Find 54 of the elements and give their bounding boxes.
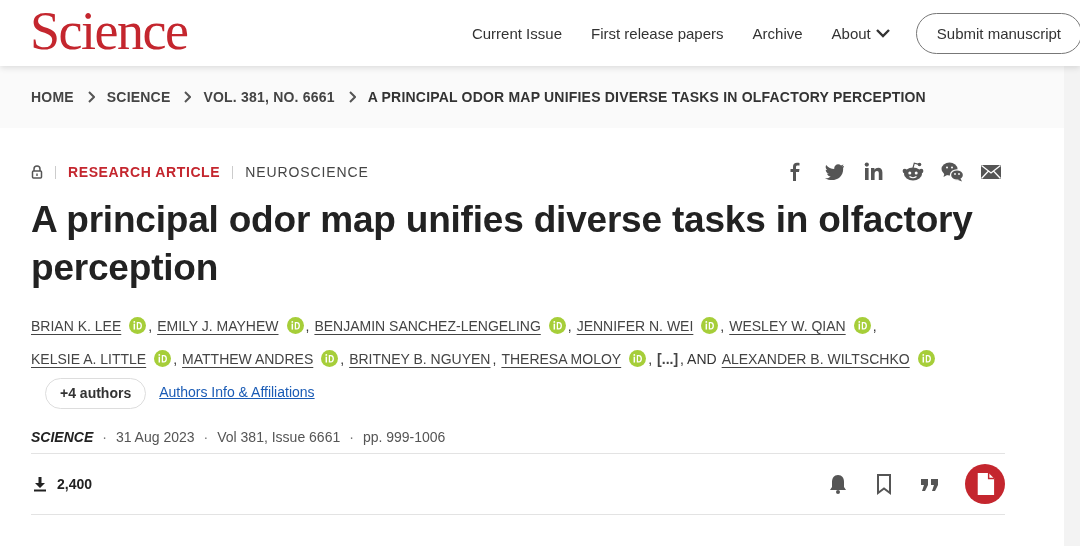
journal-name: SCIENCE bbox=[31, 429, 94, 445]
author-link[interactable]: KELSIE A. LITTLE bbox=[31, 351, 147, 367]
author-separator: , bbox=[720, 318, 725, 334]
meta-separator: · bbox=[349, 429, 354, 445]
subject-link[interactable]: NEUROSCIENCE bbox=[245, 164, 369, 180]
author-separator: , bbox=[305, 318, 310, 334]
nav-link[interactable]: Archive bbox=[752, 24, 803, 42]
breadcrumb-link[interactable]: A PRINCIPAL ODOR MAP UNIFIES DIVERSE TASKS IN OLFACTORY PERCEPTION bbox=[367, 89, 926, 105]
author-separator: , bbox=[340, 351, 345, 367]
article-title: A principal odor map unifies diverse tasks in olfactory perception bbox=[31, 198, 974, 290]
author-link[interactable]: BRITNEY B. NGUYEN bbox=[349, 351, 491, 367]
linkedin-icon[interactable] bbox=[863, 161, 885, 183]
chevron-right-icon bbox=[346, 91, 356, 103]
nav-link[interactable]: First release papers bbox=[591, 24, 724, 42]
author-separator: , bbox=[648, 351, 653, 367]
author-link[interactable]: BENJAMIN SANCHEZ-LENGELING bbox=[314, 318, 541, 334]
author-link[interactable]: ALEXANDER B. WILTSCHKO bbox=[721, 351, 910, 367]
chevron-right-icon bbox=[182, 91, 192, 103]
reddit-icon[interactable] bbox=[902, 161, 924, 183]
bird-icon[interactable] bbox=[824, 161, 846, 183]
author-separator: , bbox=[148, 318, 153, 334]
author-link[interactable]: MATTHEW ANDRES bbox=[182, 351, 314, 367]
author-separator: , AND bbox=[680, 351, 717, 367]
bell-icon[interactable] bbox=[827, 473, 849, 495]
author-separator: , bbox=[872, 318, 877, 334]
author-separator: , bbox=[492, 351, 497, 367]
author-link[interactable]: EMILY J. MAYHEW bbox=[157, 318, 279, 334]
breadcrumb-link[interactable]: HOME bbox=[31, 89, 74, 105]
science-logo[interactable]: Science bbox=[30, 4, 188, 58]
meta-separator: · bbox=[102, 429, 107, 445]
chat-bubbles-icon[interactable] bbox=[941, 161, 963, 183]
author-ellipsis-link[interactable]: [...] bbox=[657, 351, 679, 367]
nav-link[interactable]: Current Issue bbox=[471, 24, 562, 42]
nav-link[interactable]: About bbox=[831, 24, 890, 42]
author-link[interactable]: THERESA MOLOY bbox=[501, 351, 622, 367]
meta-text: 31 Aug 2023 bbox=[115, 429, 195, 445]
more-authors-button[interactable]: +4 authors bbox=[45, 377, 147, 409]
author-separator: , bbox=[567, 318, 572, 334]
author-link[interactable]: JENNIFER N. WEI bbox=[576, 318, 694, 334]
author-separator: , bbox=[173, 351, 178, 367]
download-count: 2,400 bbox=[57, 476, 93, 492]
breadcrumb-link[interactable]: VOL. 381, NO. 6661 bbox=[203, 89, 335, 105]
author-link[interactable]: WESLEY W. QIAN bbox=[729, 318, 846, 334]
chevron-right-icon bbox=[85, 91, 95, 103]
author-link[interactable]: BRIAN K. LEE bbox=[31, 318, 122, 334]
meta-separator: · bbox=[203, 429, 209, 445]
authors-info-link[interactable]: Authors Info & Affiliations bbox=[159, 384, 315, 400]
pdf-button-icon[interactable] bbox=[965, 464, 1005, 504]
breadcrumb-link[interactable]: SCIENCE bbox=[106, 89, 171, 105]
submit-manuscript-button[interactable]: Submit manuscript bbox=[915, 12, 1080, 54]
article-type: RESEARCH ARTICLE bbox=[68, 164, 221, 180]
download-icon bbox=[33, 476, 47, 492]
meta-text: Vol 381, Issue 6661 bbox=[217, 429, 341, 445]
meta-text: pp. 999-1006 bbox=[362, 429, 446, 445]
